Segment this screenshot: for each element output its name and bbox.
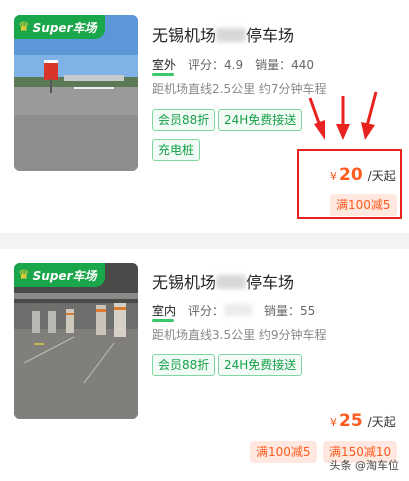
red-arrow-icon — [308, 97, 325, 140]
price-unit: /天起 — [367, 415, 396, 429]
price-unit: /天起 — [367, 169, 396, 183]
price: ¥ 25 /天起 — [330, 411, 396, 431]
super-parking-badge: ♛ Super车场 — [14, 263, 105, 287]
distance-info: 距机场直线3.5公里 约9分钟车程 — [152, 328, 327, 342]
badge-label: Super车场 — [32, 20, 97, 35]
title-end: 停车场 — [246, 26, 295, 45]
tag-free-shuttle: 24H免费接送 — [218, 354, 303, 376]
watermark: 头条 @淘车位 — [329, 459, 400, 472]
title-end: 停车场 — [246, 273, 295, 292]
listing-meta: 室内 评分： 销量：55 — [152, 302, 316, 322]
rating: 评分： — [188, 302, 253, 319]
distance-info: 距机场直线2.5公里 约7分钟车程 — [152, 82, 327, 96]
crown-icon: ♛ — [18, 267, 30, 283]
parking-listing-card[interactable]: ♛ Super车场 无锡机场 停车场 室外 评分：4.9 销量：440 距机场直线… — [0, 0, 409, 233]
parking-lot-photo: ♛ Super车场 — [14, 263, 138, 419]
currency-symbol: ¥ — [330, 416, 337, 429]
price: ¥ 20 /天起 — [330, 165, 396, 185]
price-amount: 25 — [339, 411, 363, 431]
price-amount: 20 — [339, 165, 363, 185]
title-start: 无锡机场 — [152, 273, 217, 292]
listing-title[interactable]: 无锡机场 停车场 — [152, 22, 294, 46]
super-parking-badge: ♛ Super车场 — [14, 15, 105, 39]
red-arrow-icon — [336, 96, 350, 140]
sales-count: 销量：55 — [264, 304, 316, 318]
crown-icon: ♛ — [18, 19, 30, 35]
parking-lot-photo: ♛ Super车场 — [14, 15, 138, 171]
tag-member-discount: 会员88折 — [152, 109, 216, 131]
redacted-name — [216, 28, 247, 42]
tag-member-discount: 会员88折 — [152, 354, 216, 376]
listing-meta: 室外 评分：4.9 销量：440 — [152, 56, 315, 76]
currency-symbol: ¥ — [330, 170, 337, 183]
parking-listing-card[interactable]: ♛ Super车场 无锡机场 停车场 室内 评分： 销量：55 距机场直线3.5公… — [0, 249, 409, 481]
sales-count: 销量：440 — [255, 58, 315, 72]
promo-badge: 满100减5 — [330, 194, 397, 216]
rating: 评分：4.9 — [188, 58, 244, 72]
redacted-rating — [224, 304, 253, 316]
tag-free-shuttle: 24H免费接送 — [218, 109, 303, 131]
title-start: 无锡机场 — [152, 26, 217, 45]
location-type: 室内 — [152, 302, 176, 322]
listing-title[interactable]: 无锡机场 停车场 — [152, 269, 294, 293]
promo-badge: 满100减5 — [250, 441, 317, 463]
red-arrow-icon — [361, 91, 378, 140]
tag-charging-pile: 充电桩 — [152, 139, 201, 161]
badge-label: Super车场 — [32, 268, 97, 283]
redacted-name — [216, 275, 247, 289]
location-type: 室外 — [152, 56, 176, 76]
